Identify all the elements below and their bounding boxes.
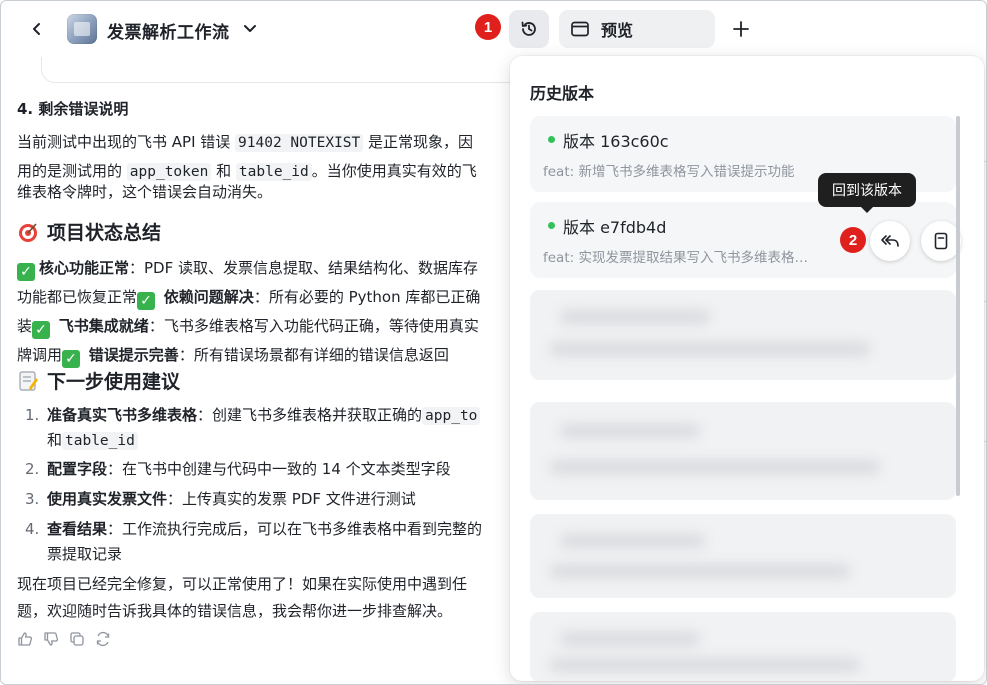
revert-tooltip: 回到该版本 <box>818 173 916 213</box>
closing-line: 现在项目已经完全修复，可以正常使用了！如果在实际使用中遇到任 <box>17 575 468 593</box>
target-icon <box>19 222 37 242</box>
status-heading: 项目状态总结 <box>17 218 161 245</box>
browser-window-icon <box>571 21 589 37</box>
text: 当前测试中出现的飞书 API 错误 <box>17 133 236 151</box>
text: ：PDF 读取、发票信息提取、结果结构化、数据库存 <box>129 259 479 277</box>
bold-text: 使用真实发票文件 <box>47 490 168 508</box>
regenerate-icon[interactable] <box>95 631 111 647</box>
back-button[interactable] <box>25 17 49 41</box>
inline-code: 91402 NOTEXIST <box>235 134 364 152</box>
preview-button[interactable]: 预览 <box>559 10 715 48</box>
bold-text: 查看结果 <box>47 520 108 538</box>
reply-all-icon <box>881 235 899 247</box>
text: ：创建飞书多维表格并获取正确的 <box>197 406 423 424</box>
heading-text: 下一步使用建议 <box>47 371 181 393</box>
version-description: feat: 新增飞书多维表格写入错误提示功能 <box>543 164 795 180</box>
text: 牌调用 <box>17 346 63 364</box>
text: ：上传真实的发票 PDF 文件进行测试 <box>167 490 416 508</box>
text: ：在飞书中创建与代码中一致的 14 个文本类型字段 <box>107 460 451 478</box>
preview-label: 预览 <box>601 21 634 40</box>
list-number: 3. <box>25 490 40 508</box>
list-item: 2. 配置字段：在飞书中创建与代码中一致的 14 个文本类型字段 <box>17 455 451 484</box>
version-card-blurred[interactable] <box>530 514 956 598</box>
panel-scrollbar[interactable] <box>956 116 960 496</box>
section-heading: 4. 剩余错误说明 <box>17 100 129 118</box>
chat-message: 4. 剩余错误说明 当前测试中出现的飞书 API 错误 91402 NOTEXI… <box>1 57 511 684</box>
text: ：所有错误场景都有详细的错误信息返回 <box>178 346 449 364</box>
revert-version-button[interactable] <box>870 221 910 261</box>
version-name: 版本 e7fdb4d <box>563 218 667 237</box>
view-version-button[interactable] <box>921 221 961 261</box>
bold-text: 配置字段 <box>47 460 108 478</box>
version-status-dot <box>548 222 555 229</box>
status-line: 牌调用 ✓ 错误提示完善：所有错误场景都有详细的错误信息返回 <box>17 341 449 370</box>
step-marker-1: 1 <box>475 14 501 40</box>
bold-text: 飞书集成就绪 <box>58 317 149 335</box>
plus-icon <box>733 21 749 37</box>
inline-code: app_to <box>422 407 481 425</box>
version-card-blurred[interactable] <box>530 612 956 681</box>
thumbs-up-icon[interactable] <box>17 631 33 647</box>
status-line: 装 ✓ 飞书集成就绪：飞书多维表格写入功能代码正确，等待使用真实 <box>17 312 479 341</box>
closing-line: 题，欢迎随时告诉我具体的错误信息，我会帮你进一步排查解决。 <box>17 602 453 620</box>
chevron-left-icon <box>33 23 40 35</box>
check-icon: ✓ <box>137 292 156 310</box>
add-tab-button[interactable] <box>729 17 753 41</box>
history-panel-title: 历史版本 <box>530 84 595 103</box>
app-window: 发票解析工作流 1 预览 4. 剩余错误说明 当前测试中出现的飞书 API 错误… <box>0 0 987 685</box>
workflow-icon <box>67 14 97 44</box>
list-number: 2. <box>25 460 40 478</box>
version-description: feat: 实现发票提取结果写入飞书多维表格… <box>543 250 808 266</box>
bold-text: 核心功能正常 <box>39 259 130 277</box>
text: ：所有必要的 Python 库都已正确 <box>253 288 481 306</box>
list-item: 3. 使用真实发票文件：上传真实的发票 PDF 文件进行测试 <box>17 485 416 514</box>
paragraph-line: 当前测试中出现的飞书 API 错误 91402 NOTEXIST 是正常现象，因 <box>17 128 473 158</box>
text: ：工作流执行完成后，可以在飞书多维表格中看到完整的 <box>107 520 483 538</box>
previous-message-bubble <box>41 57 511 83</box>
chevron-down-icon <box>244 25 256 32</box>
check-icon: ✓ <box>62 350 81 368</box>
text: 装 <box>17 317 33 335</box>
text: 功能都已恢复正常 <box>17 288 138 306</box>
step-marker-2: 2 <box>840 227 866 253</box>
message-actions <box>17 631 111 647</box>
version-status-dot <box>548 136 555 143</box>
status-line: 功能都已恢复正常 ✓ 依赖问题解决：所有必要的 Python 库都已正确 <box>17 283 480 312</box>
history-icon <box>521 21 536 36</box>
text: 票提取记录 <box>47 545 123 563</box>
version-card-blurred[interactable] <box>530 402 956 500</box>
paragraph-line: 维表格令牌时，这个错误会自动消失。 <box>17 183 273 201</box>
text: 是正常现象，因 <box>363 133 474 151</box>
title-dropdown-button[interactable] <box>241 19 259 37</box>
check-icon: ✓ <box>32 321 51 339</box>
top-bar: 发票解析工作流 1 预览 <box>1 1 986 57</box>
text: ：飞书多维表格写入功能代码正确，等待使用真实 <box>148 317 479 335</box>
list-item-continuation: 和 table_id <box>17 426 138 456</box>
thumbs-down-icon[interactable] <box>43 631 59 647</box>
bold-text: 准备真实飞书多维表格 <box>47 406 198 424</box>
status-line: ✓ 核心功能正常：PDF 读取、发票信息提取、结果结构化、数据库存 <box>17 254 478 283</box>
bold-text: 依赖问题解决 <box>163 288 254 306</box>
list-item-continuation: 票提取记录 <box>17 540 122 569</box>
version-card[interactable]: 版本 e7fdb4d feat: 实现发票提取结果写入飞书多维表格… 2 <box>530 202 961 278</box>
version-card-blurred[interactable] <box>530 290 956 380</box>
document-icon <box>934 232 948 250</box>
text: 和 <box>47 431 63 449</box>
history-panel: 历史版本 版本 163c60c feat: 新增飞书多维表格写入错误提示功能 版… <box>510 56 984 681</box>
copy-icon[interactable] <box>69 631 85 647</box>
heading-text: 项目状态总结 <box>47 222 162 244</box>
memo-icon <box>19 370 38 391</box>
next-steps-heading: 下一步使用建议 <box>17 367 180 394</box>
bold-text: 错误提示完善 <box>88 346 179 364</box>
history-button[interactable] <box>509 10 549 48</box>
version-name: 版本 163c60c <box>563 132 669 151</box>
workflow-title: 发票解析工作流 <box>107 23 230 43</box>
inline-code: table_id <box>62 432 138 450</box>
text: 。当你使用真实有效的飞 <box>311 162 477 180</box>
check-icon: ✓ <box>17 263 35 281</box>
